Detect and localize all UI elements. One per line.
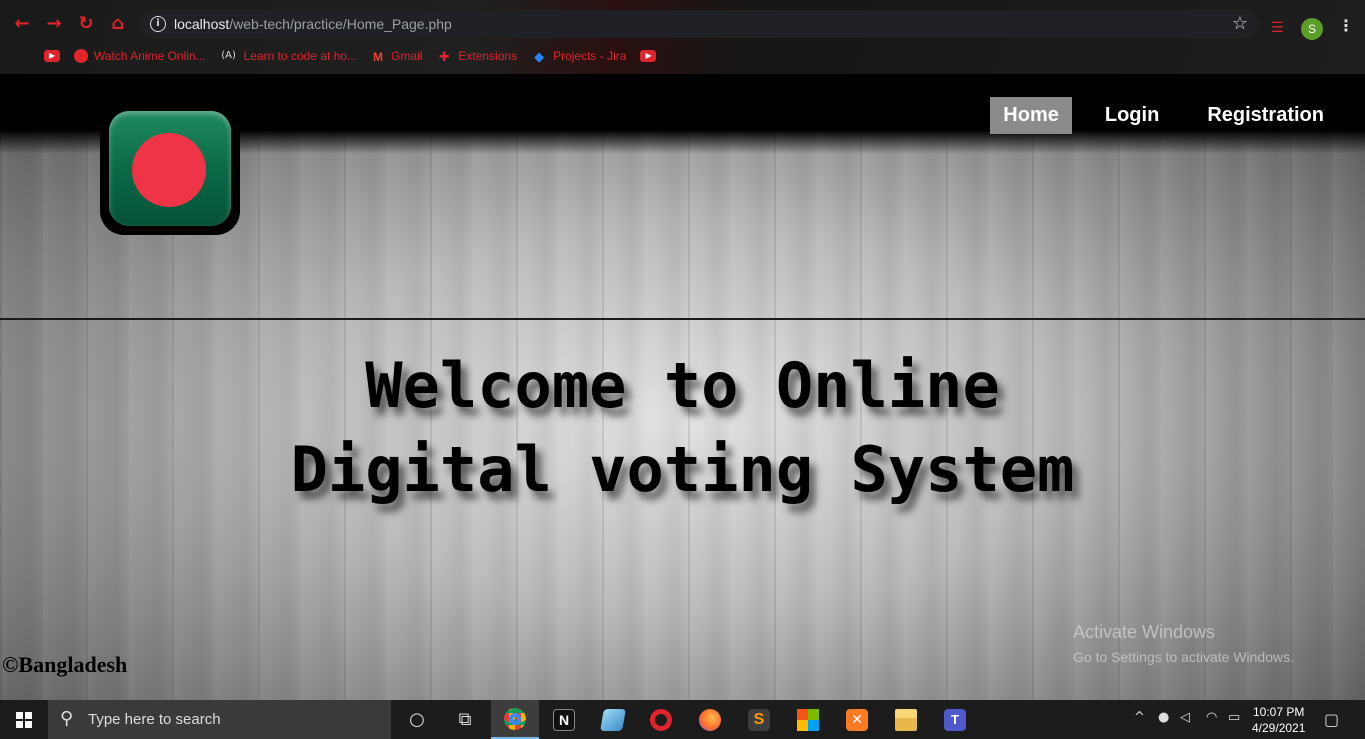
bookmark-label: Gmail [391, 49, 423, 63]
xampp-taskbar-icon[interactable]: ✕ [833, 700, 881, 739]
bookmark-label: Projects - Jira [553, 49, 627, 63]
folder-icon [895, 708, 917, 731]
bookmark-label: Extensions [458, 49, 518, 63]
task-view-icon[interactable]: ⧉ [441, 700, 489, 739]
system-clock[interactable]: 10:07 PM 4/29/2021 [1252, 704, 1305, 736]
youtube-icon: ▶ [640, 50, 657, 62]
wifi-icon[interactable]: ◠ [1206, 710, 1217, 725]
chrome-taskbar-icon[interactable] [491, 700, 539, 739]
bookmark-label: Watch Anime Onlin... [94, 49, 206, 63]
firefox-icon [699, 708, 721, 731]
footer-copyright: ©Bangladesh [2, 652, 128, 677]
reload-icon[interactable]: ↻ [76, 14, 96, 34]
notification-icon[interactable]: ▢ [1324, 710, 1339, 729]
bookmark-gmail[interactable]: M Gmail [371, 49, 423, 64]
bookmark-star-icon[interactable]: ☆ [1232, 13, 1248, 34]
gmail-icon: M [373, 50, 384, 64]
watermark-subtitle: Go to Settings to activate Windows. [1073, 649, 1294, 665]
windows-taskbar: ⚲ Type here to search ○ ⧉ N S ✕ T ^ ● ◁ … [0, 700, 1365, 739]
chevron-up-icon[interactable]: ^ [1134, 710, 1145, 725]
opera-icon [650, 708, 672, 731]
windows-logo-icon [16, 711, 32, 728]
taskbar-search-box[interactable]: ⚲ Type here to search [48, 700, 391, 739]
bookmarks-bar: ▶ Watch Anime Onlin... (A) Learn to code… [44, 46, 657, 66]
address-bar[interactable]: i localhost/web-tech/practice/Home_Page.… [140, 10, 1258, 38]
extension-icon[interactable]: ☰ [1271, 20, 1284, 36]
freecodecamp-icon: (A) [221, 50, 236, 61]
info-icon[interactable]: i [150, 16, 166, 32]
url-text[interactable]: localhost/web-tech/practice/Home_Page.ph… [174, 16, 452, 32]
header-divider [0, 318, 1365, 320]
watermark-title: Activate Windows [1073, 622, 1216, 642]
notion-icon: N [553, 708, 575, 731]
flag-red-circle [132, 133, 206, 207]
sublime-taskbar-icon[interactable]: S [735, 700, 783, 739]
headline-line-1: Welcome to Online [365, 349, 1000, 422]
home-icon[interactable]: ⌂ [108, 14, 128, 34]
file-explorer-taskbar-icon[interactable] [882, 700, 930, 739]
bangladesh-flag-logo [100, 102, 240, 235]
search-placeholder: Type here to search [88, 711, 221, 728]
notes-taskbar-icon[interactable] [589, 700, 637, 739]
xampp-icon: ✕ [846, 708, 868, 731]
profile-avatar[interactable]: S [1301, 18, 1323, 40]
start-button[interactable] [0, 700, 48, 739]
headline-line-2: Digital voting System [290, 433, 1075, 506]
activate-windows-watermark: Activate Windows Go to Settings to activ… [1073, 622, 1294, 665]
browser-toolbar: ← → ↻ ⌂ i localhost/web-tech/practice/Ho… [0, 6, 1365, 42]
browser-chrome: ← → ↻ ⌂ i localhost/web-tech/practice/Ho… [0, 0, 1365, 74]
site-nav: Home Login Registration [990, 97, 1337, 134]
bookmark-extensions[interactable]: ✚ Extensions [436, 49, 518, 65]
office-icon [797, 708, 819, 731]
battery-icon[interactable]: ▭ [1228, 710, 1240, 725]
bookmark-youtube-2[interactable]: ▶ [640, 50, 657, 62]
web-page: Home Login Registration Welcome to Onlin… [0, 74, 1365, 700]
youtube-icon: ▶ [44, 50, 60, 62]
cortana-icon[interactable]: ○ [393, 700, 441, 739]
search-icon: ⚲ [60, 708, 74, 729]
notes-icon [600, 708, 626, 731]
anime-icon [74, 49, 88, 63]
microphone-icon[interactable]: ● [1158, 710, 1169, 725]
bookmark-anime[interactable]: Watch Anime Onlin... [74, 49, 206, 63]
bookmark-label: Learn to code at ho... [243, 49, 358, 63]
bookmark-youtube[interactable]: ▶ [44, 50, 60, 62]
notion-taskbar-icon[interactable]: N [540, 700, 588, 739]
sublime-icon: S [748, 708, 770, 731]
teams-icon: T [944, 708, 966, 731]
puzzle-icon: ✚ [438, 50, 450, 65]
back-arrow-icon[interactable]: ← [12, 14, 32, 34]
firefox-taskbar-icon[interactable] [686, 700, 734, 739]
bookmark-freecodecamp[interactable]: (A) Learn to code at ho... [220, 49, 357, 63]
nav-home-link[interactable]: Home [990, 97, 1072, 134]
teams-taskbar-icon[interactable]: T [931, 700, 979, 739]
forward-arrow-icon[interactable]: → [44, 14, 64, 34]
bookmark-jira[interactable]: ◆ Projects - Jira [531, 49, 627, 65]
nav-registration-link[interactable]: Registration [1194, 97, 1337, 134]
jira-icon: ◆ [534, 50, 545, 65]
clock-time: 10:07 PM [1253, 705, 1305, 719]
nav-login-link[interactable]: Login [1092, 97, 1172, 134]
volume-icon[interactable]: ◁ [1180, 710, 1190, 725]
flag-green-field [109, 111, 231, 226]
office-taskbar-icon[interactable] [784, 700, 832, 739]
clock-date: 4/29/2021 [1252, 721, 1306, 735]
opera-taskbar-icon[interactable] [637, 700, 685, 739]
chrome-icon [504, 707, 526, 730]
welcome-headline: Welcome to Online Digital voting System [0, 344, 1365, 512]
browser-menu-icon[interactable]: ⋮ [1338, 16, 1354, 35]
